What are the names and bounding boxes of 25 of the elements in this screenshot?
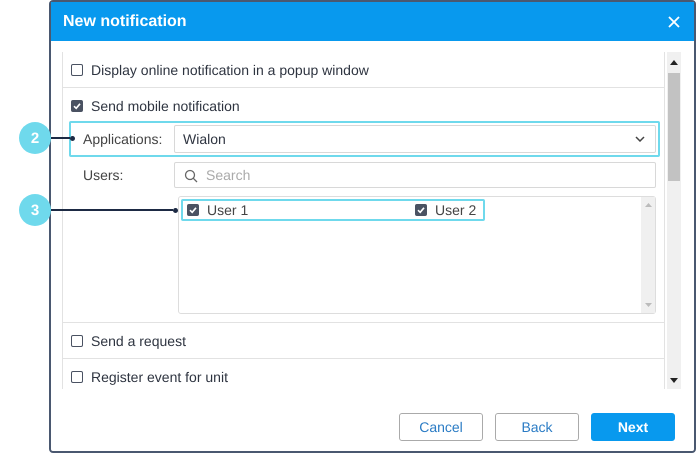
option-label: Display online notification in a popup window	[91, 62, 369, 78]
option-label: Register event for unit	[91, 368, 228, 384]
scroll-down-icon[interactable]	[670, 378, 678, 383]
secondary-button[interactable]: Cancel	[399, 413, 483, 441]
checkbox[interactable]	[71, 334, 83, 346]
primary-button[interactable]: Next	[591, 413, 675, 441]
option-label: Send mobile notification	[91, 98, 240, 114]
dialog-title: New notification	[63, 12, 187, 30]
close-icon[interactable]	[666, 14, 682, 30]
search-field[interactable]: Search	[174, 162, 656, 188]
chevron-down-icon	[635, 136, 645, 142]
applications-label: Applications:	[83, 131, 164, 147]
users-label: Users:	[83, 167, 124, 183]
option-label: Send a request	[91, 332, 186, 348]
secondary-button[interactable]: Back	[495, 413, 579, 441]
user-name: User 1	[207, 202, 248, 218]
checkbox[interactable]	[415, 204, 427, 216]
scrollbar[interactable]	[667, 52, 681, 389]
checkbox[interactable]	[187, 204, 199, 216]
user-name: User 2	[435, 202, 476, 218]
applications-dropdown[interactable]: Wialon	[174, 125, 656, 153]
checkbox[interactable]	[71, 100, 83, 112]
checkbox[interactable]	[71, 370, 83, 382]
checkbox[interactable]	[71, 64, 83, 76]
scroll-up-icon[interactable]	[670, 60, 678, 65]
